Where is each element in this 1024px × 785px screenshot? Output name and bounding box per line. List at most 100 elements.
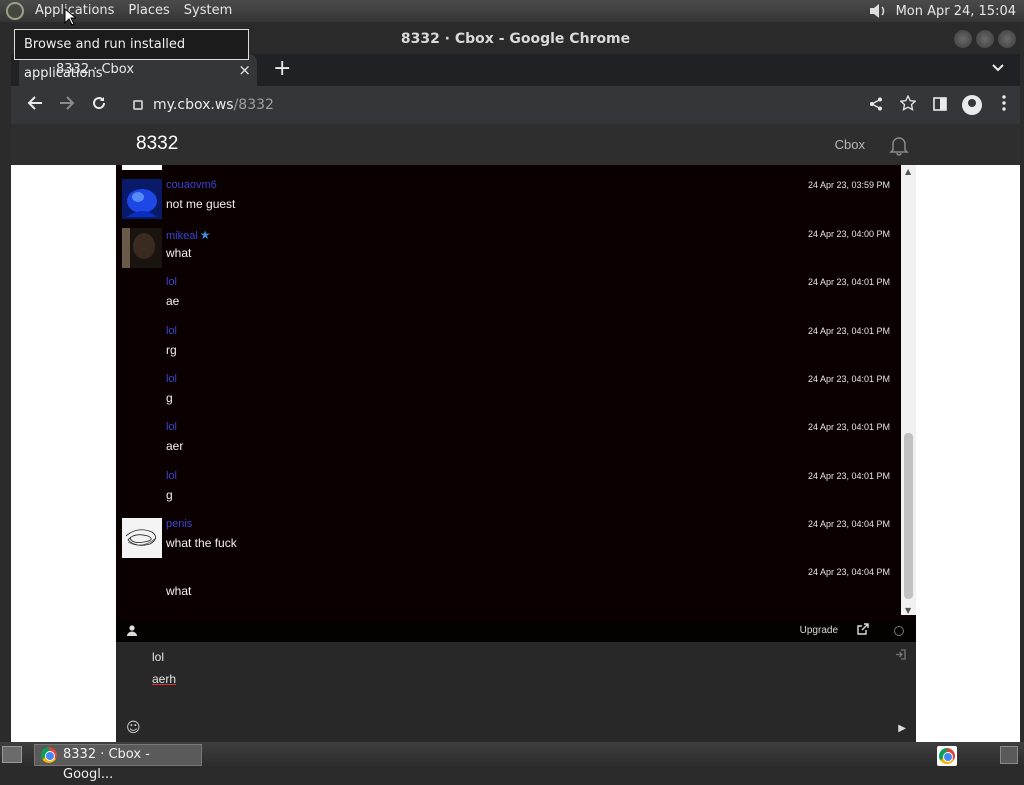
bell-icon[interactable]	[888, 134, 909, 156]
minimize-button[interactable]	[954, 30, 972, 48]
window-controls	[954, 30, 1016, 48]
bottom-taskbar: 8332 · Cbox - Googl...	[0, 742, 1024, 782]
avatar[interactable]	[122, 228, 162, 268]
message-username[interactable]: mikeal ★	[166, 228, 211, 242]
message-row: lol ae 24 Apr 23, 04:01 PM	[116, 276, 906, 321]
message-input[interactable]: aerh	[152, 672, 176, 686]
page-viewport: 8332 Cbox couaovm6 not me guest 24 Apr 2…	[11, 124, 1020, 742]
scroll-thumb[interactable]	[904, 433, 913, 599]
trash-icon[interactable]	[1000, 746, 1018, 764]
applications-tooltip: Browse and run installed applications	[14, 29, 249, 81]
user-icon[interactable]	[127, 625, 137, 639]
tab-search-chevron-icon[interactable]	[992, 60, 1004, 76]
message-time: 24 Apr 23, 04:01 PM	[807, 422, 890, 432]
top-panel: Applications Places System Mon Apr 24, 1…	[0, 0, 1024, 22]
url-path: /8332	[233, 97, 274, 113]
message-row: penis what the fuck 24 Apr 23, 04:04 PM	[116, 518, 906, 563]
chrome-icon	[939, 748, 955, 764]
site-title: 8332	[136, 133, 179, 154]
message-row: couaovm6 not me guest 24 Apr 23, 03:59 P…	[116, 179, 906, 224]
chrome-window: 8332 · Cbox - Google Chrome 8332 · Cbox …	[11, 24, 1020, 742]
maximize-button[interactable]	[976, 30, 994, 48]
message-username[interactable]: lol	[166, 421, 177, 433]
star-icon: ★	[199, 228, 211, 242]
scroll-up-arrow-icon[interactable]: ▲	[905, 167, 911, 176]
message-row: mikeal ★ what 24 Apr 23, 04:00 PM	[116, 228, 906, 273]
close-window-button[interactable]	[998, 30, 1016, 48]
compose-area: lol aerh ☺ ▶	[116, 642, 916, 742]
scroll-down-arrow-icon[interactable]: ▼	[905, 606, 911, 615]
avatar[interactable]	[122, 179, 162, 219]
message-row: lol g 24 Apr 23, 04:01 PM	[116, 373, 906, 418]
message-time: 24 Apr 23, 04:01 PM	[807, 471, 890, 481]
message-username[interactable]: couaovm6	[166, 179, 217, 191]
chrome-icon	[41, 747, 57, 763]
lock-icon[interactable]	[133, 100, 143, 110]
address-bar[interactable]: my.cbox.ws/8332	[123, 90, 903, 120]
show-desktop-icon[interactable]	[2, 746, 22, 763]
message-text: g	[166, 391, 173, 405]
cbox-brand-link[interactable]: Cbox	[835, 137, 865, 152]
url-host: my.cbox.ws	[153, 97, 234, 113]
message-text: what	[166, 584, 192, 598]
message-text: rg	[166, 343, 177, 357]
message-row: lol aer 24 Apr 23, 04:01 PM	[116, 421, 906, 466]
new-tab-button[interactable]: +	[273, 56, 291, 81]
side-panel-icon[interactable]	[924, 96, 956, 115]
message-time: 24 Apr 23, 04:00 PM	[807, 229, 890, 239]
message-time: 24 Apr 23, 04:01 PM	[807, 374, 890, 384]
avatar[interactable]	[122, 518, 162, 558]
message-text: what the fuck	[166, 536, 237, 550]
share-icon[interactable]	[860, 96, 892, 115]
emoji-icon[interactable]: ☺	[126, 720, 141, 736]
browser-toolbar: my.cbox.ws/8332	[11, 86, 1020, 124]
message-time: 24 Apr 23, 04:01 PM	[807, 326, 890, 336]
message-username[interactable]: lol	[166, 373, 177, 385]
message-username[interactable]: penis	[166, 518, 192, 530]
message-time: 24 Apr 23, 04:04 PM	[807, 519, 890, 529]
message-text: g	[166, 488, 173, 502]
message-username[interactable]: lol	[166, 325, 177, 337]
message-text: aer	[166, 439, 184, 453]
popout-icon[interactable]	[857, 623, 869, 638]
mouse-pointer-icon	[64, 8, 76, 26]
taskbar-chrome-window[interactable]: 8332 · Cbox - Googl...	[34, 744, 202, 782]
back-button[interactable]	[19, 95, 51, 116]
bookmark-star-icon[interactable]	[892, 94, 924, 115]
window-title: 8332 · Cbox - Google Chrome	[400, 31, 631, 47]
message-time: 24 Apr 23, 03:59 PM	[807, 180, 890, 190]
message-text: not me guest	[166, 197, 236, 211]
menu-places[interactable]: Places	[121, 0, 176, 22]
avatar-partial	[122, 165, 162, 170]
profile-avatar-icon[interactable]	[962, 95, 982, 115]
message-row: lol rg 24 Apr 23, 04:01 PM	[116, 325, 906, 370]
task-label: 8332 · Cbox - Googl...	[63, 747, 150, 782]
message-time: 24 Apr 23, 04:04 PM	[807, 567, 890, 577]
message-text: ae	[166, 294, 180, 308]
message-username[interactable]: lol	[166, 470, 177, 482]
panel-clock[interactable]: Mon Apr 24, 15:04	[896, 4, 1024, 19]
chat-messages[interactable]: couaovm6 not me guest 24 Apr 23, 03:59 P…	[116, 165, 916, 620]
message-time: 24 Apr 23, 04:01 PM	[807, 277, 890, 287]
gnome-foot-icon[interactable]	[6, 2, 24, 20]
forward-button[interactable]	[51, 95, 83, 116]
message-row: lol g 24 Apr 23, 04:01 PM	[116, 470, 906, 515]
reload-button[interactable]	[83, 95, 115, 116]
chat-scrollbar[interactable]: ▲ ▼	[901, 165, 916, 615]
tray-chrome-launcher[interactable]	[937, 746, 957, 766]
username-text: mikeal	[166, 230, 198, 242]
message-username[interactable]: lol	[166, 276, 177, 288]
message-row: what 24 Apr 23, 04:04 PM	[116, 566, 906, 611]
upgrade-link[interactable]: Upgrade	[800, 625, 838, 636]
chat-status-bar: Upgrade	[116, 620, 916, 642]
menu-system[interactable]: System	[177, 0, 239, 22]
connection-status-icon	[894, 626, 904, 636]
send-arrow-icon[interactable]: ▶	[898, 723, 906, 734]
chrome-menu-icon[interactable]	[988, 95, 1020, 115]
volume-icon[interactable]	[868, 3, 888, 19]
name-input[interactable]: lol	[152, 650, 164, 664]
site-header: 8332 Cbox	[11, 124, 1020, 165]
message-text: what	[166, 246, 192, 260]
toolbar-right	[860, 86, 1020, 124]
login-icon[interactable]	[895, 649, 906, 663]
